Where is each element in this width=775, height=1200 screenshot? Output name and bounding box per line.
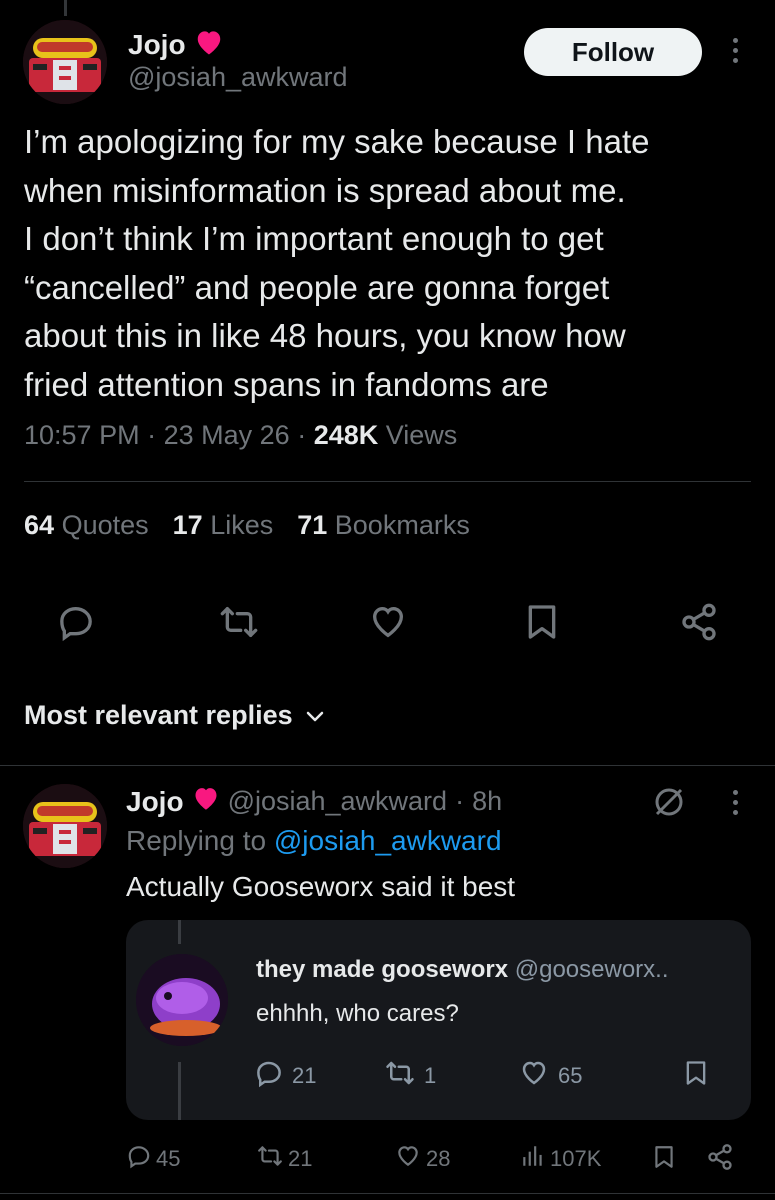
embedded-media-card[interactable]: they made gooseworx @gooseworx.. ehhhh, … [126,920,751,1120]
divider [0,1193,775,1194]
divider [0,765,775,766]
embedded-repost-stat: 1 [384,1058,436,1094]
like-count: 28 [426,1146,451,1171]
meta-separator: · [455,786,465,816]
reply-age: 8h [472,786,503,816]
reply-header: Jojo @josiah_awkward · 8h [126,785,502,818]
bookmark-icon [682,1058,710,1088]
bookmark-icon[interactable] [520,600,564,644]
likes-label: Likes [210,510,274,540]
bookmark-icon[interactable] [651,1143,677,1171]
embedded-handle: @gooseworx.. [514,956,669,983]
replies-sort-selector[interactable]: Most relevant replies [24,700,325,731]
share-icon[interactable] [706,1143,734,1171]
embedded-text: ehhhh, who cares? [256,1000,459,1027]
replying-to: Replying to @josiah_awkward [126,825,502,857]
post-meta: 10:57 PM · 23 May 26 · 248K Views [24,420,457,451]
like-icon [518,1058,550,1094]
post-date: 23 May 26 [163,420,290,450]
post-text: I’m apologizing for my sake because I ha… [24,123,650,403]
bookmarks-label: Bookmarks [334,510,470,540]
embedded-header: they made gooseworx @gooseworx.. [256,956,669,984]
share-icon[interactable] [677,600,721,644]
embedded-repost-count: 1 [424,1063,437,1088]
bookmarks-count: 71 [297,510,328,540]
embedded-avatar [136,954,228,1046]
repost-action[interactable]: 21 [256,1143,312,1175]
grok-icon[interactable] [651,784,687,825]
bookmarks-stat[interactable]: 71 Bookmarks [297,510,470,541]
divider [24,481,751,482]
author-name[interactable]: Jojo [128,29,186,61]
author-handle[interactable]: @josiah_awkward [128,62,348,93]
embedded-reply-count: 21 [292,1063,317,1088]
views-action[interactable]: 107K [520,1143,601,1175]
embedded-reply-stat: 21 [254,1058,316,1094]
like-action[interactable]: 28 [394,1143,450,1175]
likes-count: 17 [172,510,203,540]
avatar[interactable] [23,20,107,104]
embedded-like-count: 65 [558,1063,583,1088]
reply-count: 45 [156,1146,181,1171]
reply-avatar[interactable] [23,784,107,868]
meta-separator: · [147,420,164,450]
thread-connector [64,0,67,16]
reply-icon[interactable] [54,600,98,644]
heart-emoji-icon [194,28,224,61]
embedded-name: they made gooseworx [256,956,509,983]
thread-connector [178,1062,181,1120]
replying-prefix: Replying to [126,825,267,856]
repost-icon [256,1143,284,1175]
likes-stat[interactable]: 17 Likes [173,510,274,541]
quotes-label: Quotes [61,510,149,540]
meta-separator: · [297,420,314,450]
chevron-down-icon [305,700,325,731]
more-icon[interactable] [731,38,739,63]
reply-icon [126,1143,152,1175]
quotes-stat[interactable]: 64 Quotes [24,510,149,541]
engagement-stats: 64 Quotes 17 Likes 71 Bookmarks [24,510,470,541]
repost-count: 21 [288,1146,313,1171]
quotes-count: 64 [24,510,55,540]
reply-text: Actually Gooseworx said it best [126,871,516,902]
reply-author-name[interactable]: Jojo [126,786,184,818]
follow-button[interactable]: Follow [524,28,702,76]
replies-sort-label: Most relevant replies [24,700,293,730]
like-icon[interactable] [366,600,410,644]
reply-action[interactable]: 45 [126,1143,180,1175]
repost-icon[interactable] [217,600,261,644]
embedded-like-stat: 65 [518,1058,582,1094]
views-count: 248K [313,420,379,450]
reply-author-handle[interactable]: @josiah_awkward [228,786,448,817]
views-label: Views [385,420,458,450]
more-icon[interactable] [731,790,739,815]
repost-icon [384,1058,416,1094]
post-time: 10:57 PM [24,420,140,450]
like-icon [394,1143,422,1175]
views-count: 107K [550,1146,602,1171]
author-info: Jojo [128,28,224,61]
heart-emoji-icon [192,785,220,818]
reply-icon [254,1058,284,1094]
thread-connector [178,920,181,944]
views-icon [520,1143,546,1175]
replying-to-link[interactable]: @josiah_awkward [274,825,502,856]
